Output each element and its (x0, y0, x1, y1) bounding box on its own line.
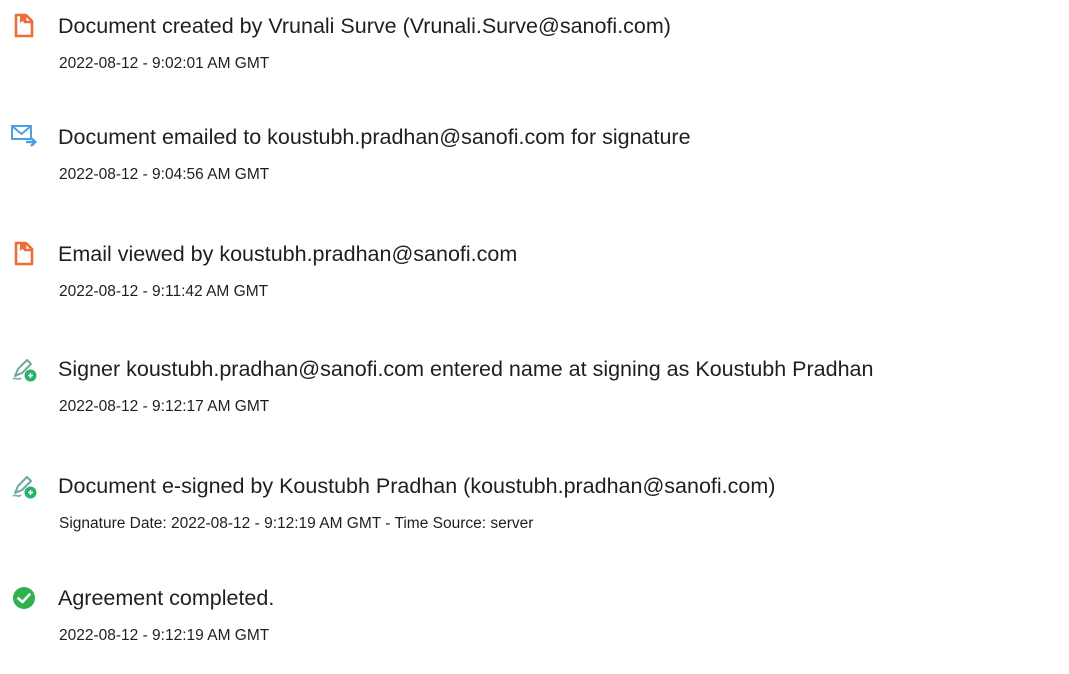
event-timestamp: 2022-08-12 - 9:12:17 AM GMT (59, 398, 270, 415)
history-event-viewed: Email viewed by koustubh.pradhan@sanofi.… (0, 240, 1069, 330)
event-timestamp: 2022-08-12 - 9:04:56 AM GMT (59, 166, 270, 183)
event-timestamp: 2022-08-12 - 9:02:01 AM GMT (59, 55, 270, 72)
document-icon (10, 12, 38, 40)
history-event-completed: Agreement completed. 2022-08-12 - 9:12:1… (0, 584, 1069, 674)
document-icon (10, 240, 38, 268)
event-title: Document emailed to koustubh.pradhan@san… (58, 125, 691, 149)
event-title: Document e-signed by Koustubh Pradhan (k… (58, 474, 776, 498)
check-circle-icon (10, 584, 38, 612)
event-timestamp: 2022-08-12 - 9:11:42 AM GMT (59, 283, 269, 300)
email-send-icon (10, 123, 38, 151)
history-event-emailed: Document emailed to koustubh.pradhan@san… (0, 123, 1069, 213)
event-title: Email viewed by koustubh.pradhan@sanofi.… (58, 242, 518, 266)
esign-pen-icon (10, 472, 38, 500)
event-title: Signer koustubh.pradhan@sanofi.com enter… (58, 357, 874, 381)
event-title: Document created by Vrunali Surve (Vruna… (58, 14, 671, 38)
event-title: Agreement completed. (58, 586, 275, 610)
esign-pen-icon (10, 355, 38, 383)
history-event-esigned: Document e-signed by Koustubh Pradhan (k… (0, 472, 1069, 562)
event-timestamp: Signature Date: 2022-08-12 - 9:12:19 AM … (59, 515, 534, 532)
history-event-created: Document created by Vrunali Surve (Vruna… (0, 12, 1069, 102)
history-event-name-entered: Signer koustubh.pradhan@sanofi.com enter… (0, 355, 1069, 445)
event-timestamp: 2022-08-12 - 9:12:19 AM GMT (59, 627, 270, 644)
